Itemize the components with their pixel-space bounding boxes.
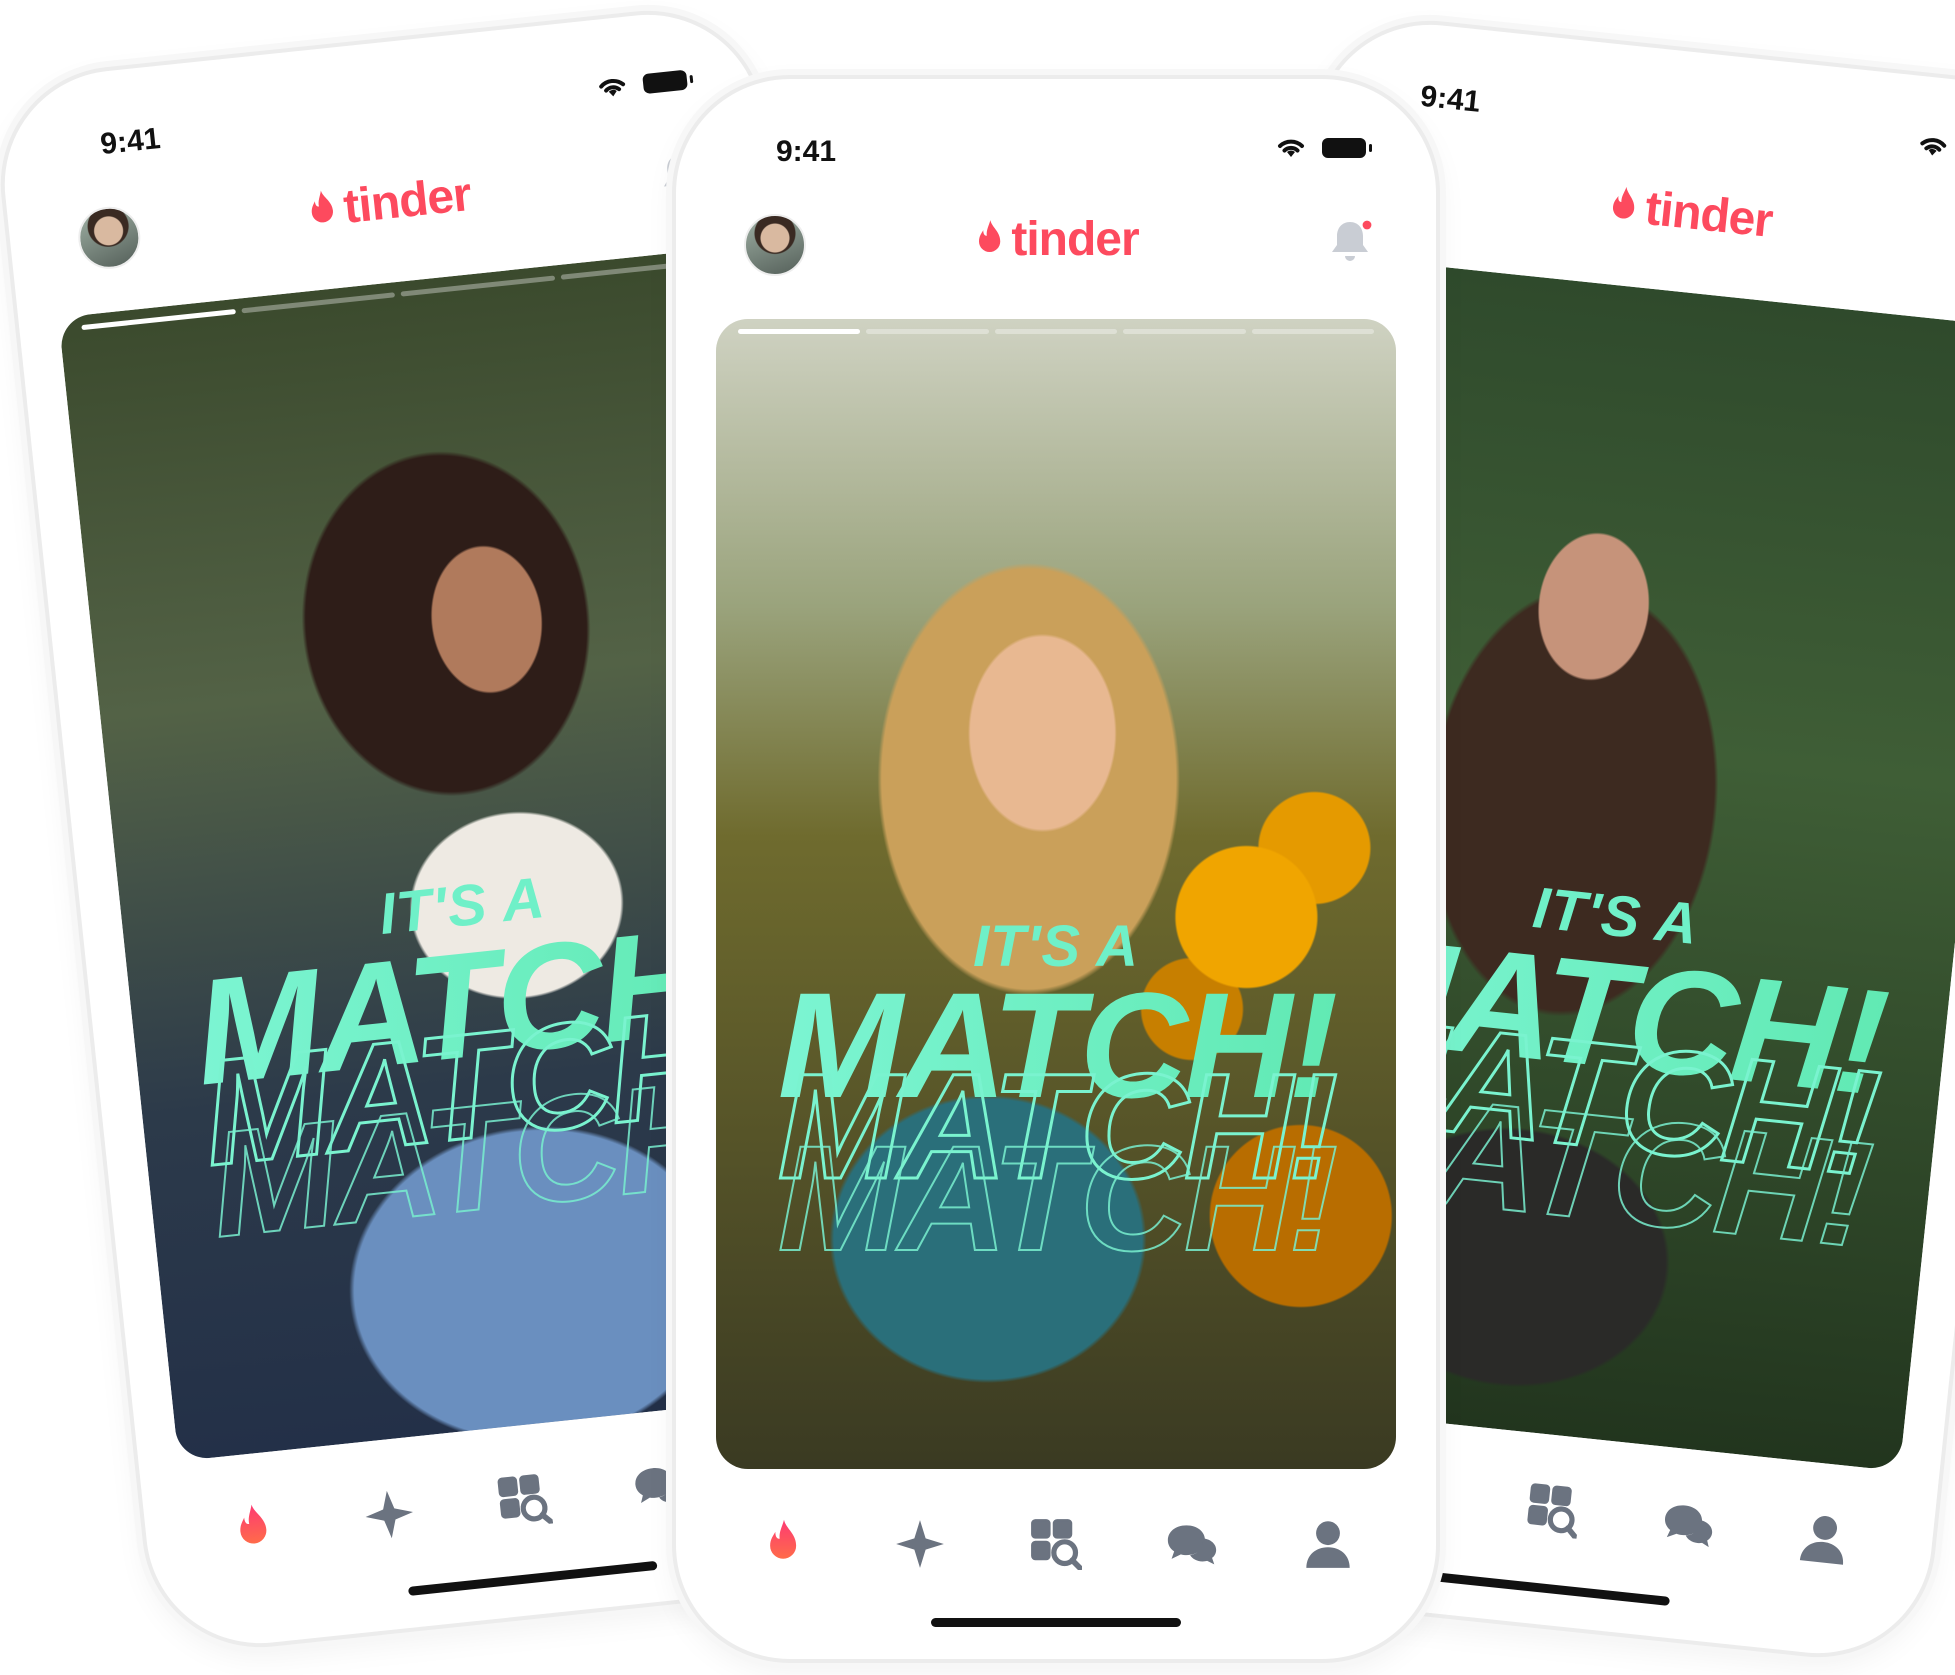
chat-icon <box>1166 1518 1218 1570</box>
logo-text: tinder <box>1011 213 1139 266</box>
status-icons <box>1915 132 1955 167</box>
photo-progress <box>738 329 1375 334</box>
tab-messages[interactable] <box>1163 1515 1221 1573</box>
status-time: 9:41 <box>1418 79 1482 119</box>
flame-logo-icon <box>973 218 1007 262</box>
progress-segment <box>1123 329 1246 334</box>
explore-icon <box>1525 1482 1582 1539</box>
progress-segment <box>994 329 1118 334</box>
tab-profile[interactable] <box>1792 1507 1856 1571</box>
bell-icon[interactable] <box>1326 218 1374 266</box>
flame-logo-icon <box>1605 182 1643 229</box>
app-header: tinder <box>676 204 1436 284</box>
tinder-logo: tinder <box>1605 177 1775 249</box>
phone-center: 9:41 tinder IT'S A MATCH! MATCH! MATCH! <box>672 75 1440 1663</box>
tab-gold[interactable] <box>891 1515 949 1573</box>
progress-segment <box>400 275 555 297</box>
person-icon <box>1795 1510 1852 1567</box>
flame-logo-icon <box>304 186 342 233</box>
home-indicator[interactable] <box>1420 1570 1671 1606</box>
tab-flame[interactable] <box>222 1497 286 1561</box>
wifi-icon <box>1915 132 1952 161</box>
wifi-icon <box>1274 135 1308 161</box>
flame-icon <box>758 1518 810 1570</box>
wifi-icon <box>594 73 631 102</box>
avatar[interactable] <box>75 203 144 272</box>
status-icons <box>594 67 688 102</box>
battery-icon <box>1322 138 1372 158</box>
match-banner: IT'S A MATCH! MATCH! MATCH! <box>716 917 1396 1283</box>
sparkle-icon <box>361 1486 418 1543</box>
logo-text: tinder <box>1642 181 1775 248</box>
progress-segment <box>866 329 989 334</box>
person-icon <box>1302 1518 1354 1570</box>
progress-segment <box>240 292 396 314</box>
tab-bar <box>676 1509 1436 1579</box>
status-time: 9:41 <box>776 135 837 168</box>
battery-icon <box>642 69 688 95</box>
chat-icon <box>1660 1496 1717 1553</box>
status-icons <box>1274 135 1372 161</box>
tab-flame[interactable] <box>755 1515 813 1573</box>
status-time: 9:41 <box>98 122 162 162</box>
home-indicator[interactable] <box>931 1618 1181 1627</box>
tinder-logo: tinder <box>973 212 1140 267</box>
tab-gold[interactable] <box>357 1483 421 1547</box>
home-indicator[interactable] <box>407 1560 658 1596</box>
flame-icon <box>225 1500 282 1557</box>
logo-text: tinder <box>341 167 474 234</box>
profile-photo[interactable]: IT'S A MATCH! MATCH! MATCH! <box>716 319 1396 1469</box>
avatar[interactable] <box>744 214 806 276</box>
progress-segment <box>738 329 861 334</box>
tinder-logo: tinder <box>303 167 473 239</box>
progress-segment <box>1251 329 1375 334</box>
explore-icon <box>1030 1518 1082 1570</box>
tab-explore[interactable] <box>1027 1515 1085 1573</box>
tab-explore[interactable] <box>1522 1478 1586 1542</box>
sparkle-icon <box>894 1518 946 1570</box>
progress-segment <box>81 309 236 331</box>
tab-messages[interactable] <box>1657 1493 1721 1557</box>
tab-explore[interactable] <box>493 1468 557 1532</box>
explore-icon <box>496 1472 553 1529</box>
match-outline-text: MATCH! <box>777 1114 1339 1283</box>
tab-profile[interactable] <box>1299 1515 1357 1573</box>
